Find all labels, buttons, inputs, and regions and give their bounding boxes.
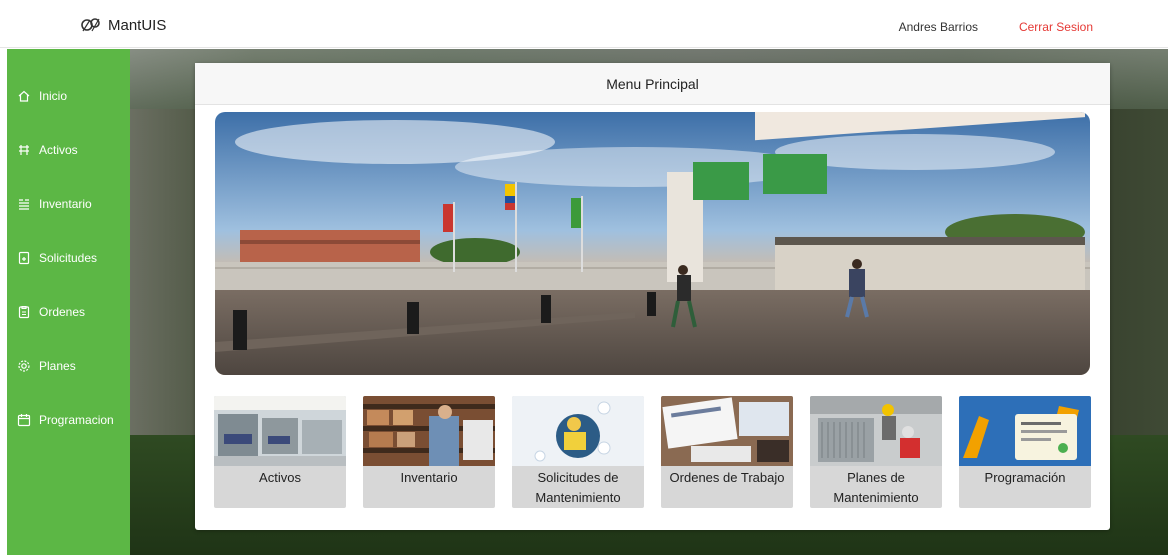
sidebar-item-inicio[interactable]: Inicio xyxy=(7,81,130,111)
main-menu-card: Menu Principal Activos Inventario Solici… xyxy=(195,63,1110,530)
brand-name: MantUIS xyxy=(108,16,167,34)
sidebar-item-solicitudes[interactable]: Solicitudes xyxy=(7,243,130,273)
tile-label: Planes de Mantenimiento xyxy=(833,470,919,505)
ordenes-icon xyxy=(17,305,31,319)
campus-banner-image xyxy=(215,112,1090,375)
tile-planes-de-mantenimiento[interactable]: Planes de Mantenimiento xyxy=(810,396,942,508)
sidebar-item-inventario[interactable]: Inventario xyxy=(7,189,130,219)
inventario-thumbnail xyxy=(363,396,495,466)
sidebar-item-label: Planes xyxy=(39,359,76,373)
tile-label: Solicitudes de Mantenimiento xyxy=(535,470,621,505)
sidebar-item-label: Activos xyxy=(39,143,78,157)
card-title: Menu Principal xyxy=(195,63,1110,105)
gear-icon xyxy=(17,359,31,373)
brand-logo-icon xyxy=(80,16,102,34)
sidebar-item-label: Solicitudes xyxy=(39,251,98,265)
sidebar-item-label: Ordenes xyxy=(39,305,86,319)
sidebar-item-label: Inventario xyxy=(39,197,92,211)
activos-thumbnail xyxy=(214,396,346,466)
ordenes-thumbnail xyxy=(661,396,793,466)
tile-label: Inventario xyxy=(400,470,458,485)
user-name: Andres Barrios xyxy=(898,20,978,34)
tile-label: Activos xyxy=(259,470,301,485)
logout-link[interactable]: Cerrar Sesion xyxy=(1019,20,1093,34)
top-header: MantUIS Andres Barrios Cerrar Sesion xyxy=(0,0,1168,48)
sidebar-item-programacion[interactable]: Programacion xyxy=(7,405,130,435)
activos-icon xyxy=(17,143,31,157)
inventario-icon xyxy=(17,197,31,211)
solicitudes-icon xyxy=(17,251,31,265)
tile-programacion[interactable]: Programación xyxy=(959,396,1091,508)
brand[interactable]: MantUIS xyxy=(80,16,166,34)
solicitudes-thumbnail xyxy=(512,396,644,466)
tile-solicitudes-de-mantenimiento[interactable]: Solicitudes de Mantenimiento xyxy=(512,396,644,508)
tile-ordenes-de-trabajo[interactable]: Ordenes de Trabajo xyxy=(661,396,793,508)
tile-inventario[interactable]: Inventario xyxy=(363,396,495,508)
planes-thumbnail xyxy=(810,396,942,466)
sidebar-item-activos[interactable]: Activos xyxy=(7,135,130,165)
sidebar-item-planes[interactable]: Planes xyxy=(7,351,130,381)
sidebar: Inicio Activos Inventario Solicitudes Or… xyxy=(7,49,130,555)
sidebar-item-label: Inicio xyxy=(39,89,68,103)
sidebar-item-label: Programacion xyxy=(39,413,114,427)
calendar-icon xyxy=(17,413,31,427)
sidebar-item-ordenes[interactable]: Ordenes xyxy=(7,297,130,327)
home-icon xyxy=(17,89,31,103)
programacion-thumbnail xyxy=(959,396,1091,466)
tile-activos[interactable]: Activos xyxy=(214,396,346,508)
tile-label: Ordenes de Trabajo xyxy=(669,470,785,485)
menu-tiles: Activos Inventario Solicitudes de Manten… xyxy=(214,396,1094,508)
tile-label: Programación xyxy=(984,470,1066,485)
